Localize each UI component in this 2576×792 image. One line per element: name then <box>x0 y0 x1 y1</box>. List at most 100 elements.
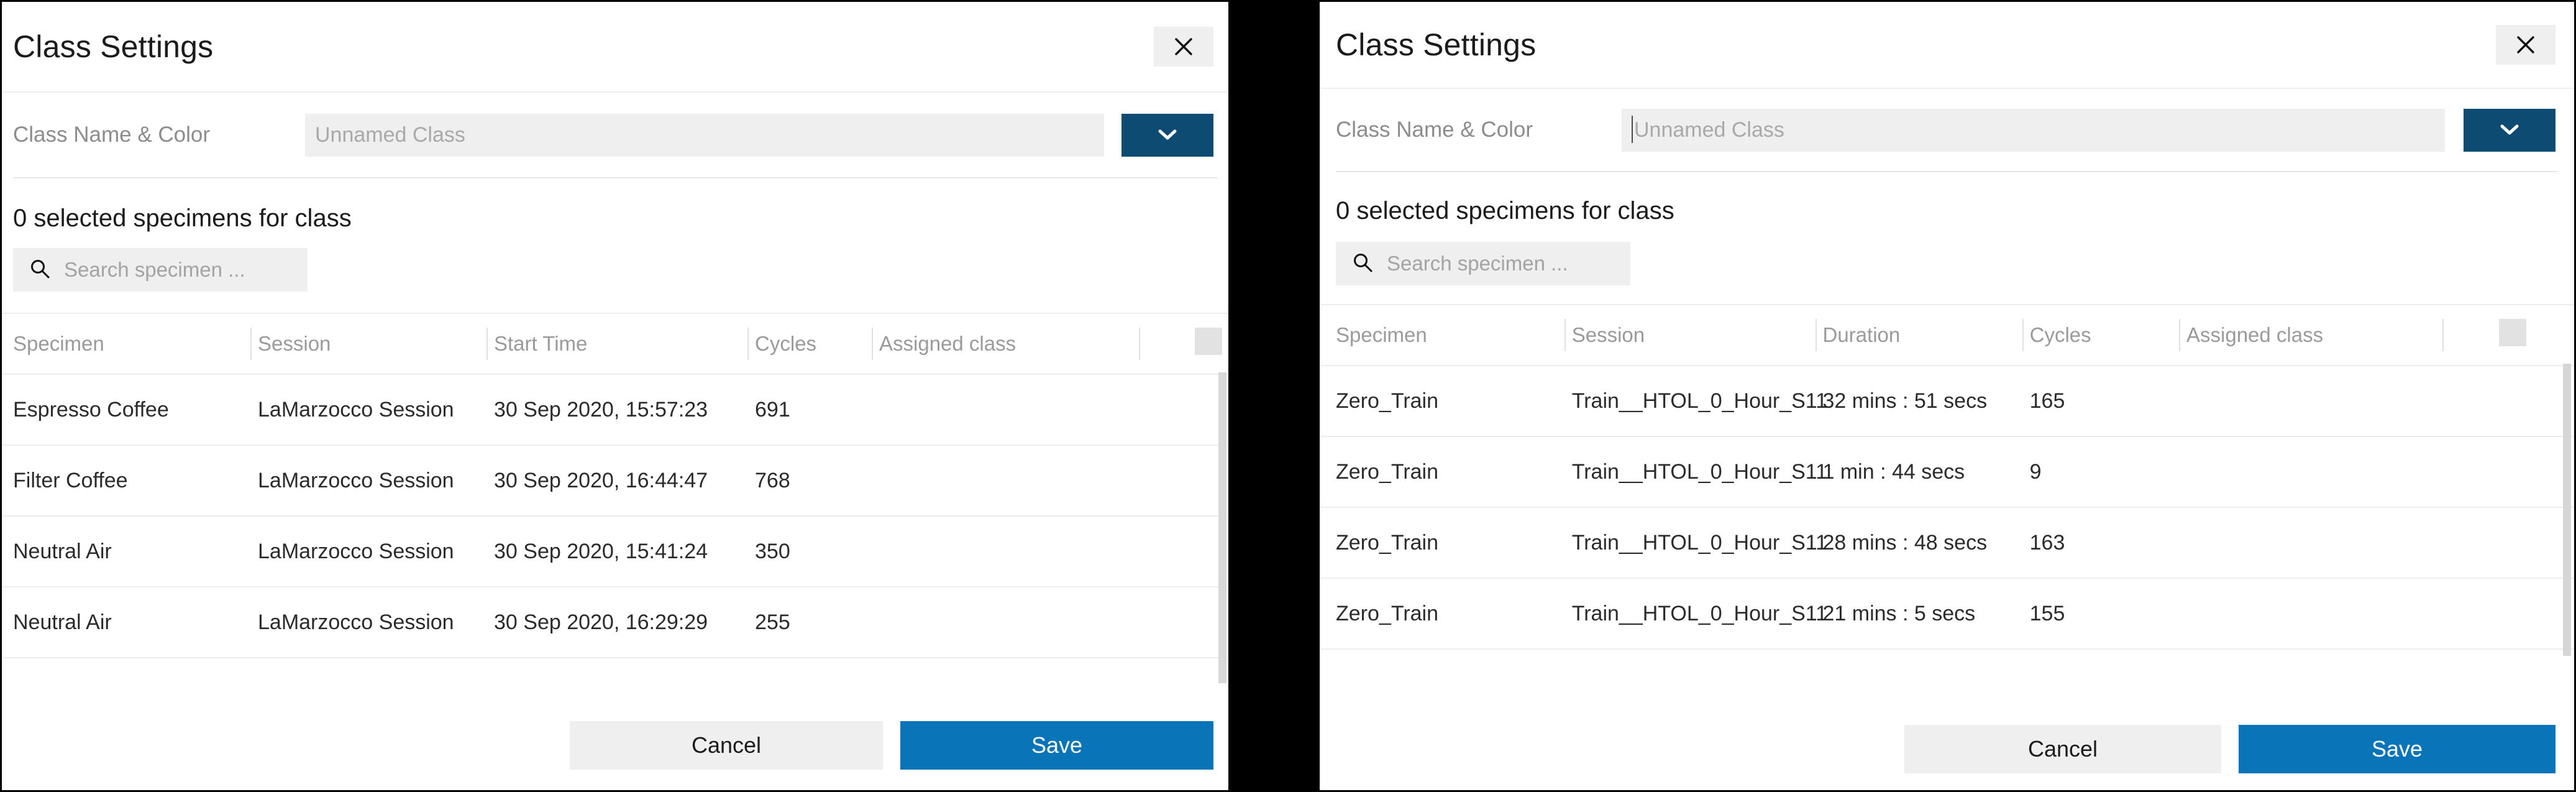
cell-session: LaMarzocco Session <box>250 445 486 517</box>
selection-summary: 0 selected specimens for class <box>1336 197 1674 224</box>
close-icon <box>1171 34 1196 59</box>
cell-cycles: 768 <box>747 445 872 517</box>
cell-cycles: 255 <box>747 587 872 658</box>
column-header-spacer <box>1139 313 1195 375</box>
cancel-button[interactable]: Cancel <box>1904 725 2221 773</box>
search-placeholder: Search specimen ... <box>1387 252 1568 275</box>
cell-specimen: Zero_Train <box>1320 578 1564 650</box>
search-placeholder: Search specimen ... <box>64 258 245 281</box>
close-icon <box>2513 32 2538 57</box>
search-wrapper: Search specimen ... <box>1320 223 2574 285</box>
backdrop-divider <box>1228 0 1318 792</box>
table-row[interactable]: Filter Coffee LaMarzocco Session 30 Sep … <box>2 445 1228 517</box>
table-row[interactable]: Zero_Train Train__HTOL_0_Hour_S11 1 min … <box>1320 436 2574 508</box>
cell-duration: 1 min : 44 secs <box>1815 436 2022 508</box>
cell-assigned-class <box>2179 366 2442 437</box>
cell-spacer <box>1139 587 1195 658</box>
cell-session: Train__HTOL_0_Hour_S11 <box>1564 366 1827 437</box>
select-all-checkbox[interactable] <box>1195 313 1228 375</box>
table-body: Zero_Train Train__HTOL_0_Hour_S11 32 min… <box>1320 366 2574 650</box>
cell-spacer <box>2442 507 2499 579</box>
column-header-cycles[interactable]: Cycles <box>747 313 872 375</box>
class-settings-dialog-left: Class Settings Class Name & Color Unname… <box>0 0 1228 792</box>
cell-assigned-class <box>872 374 1139 446</box>
search-specimen-input[interactable]: Search specimen ... <box>1336 242 1630 285</box>
column-header-start-time[interactable]: Start Time <box>486 313 747 375</box>
column-header-spacer <box>2442 304 2499 366</box>
select-all-checkbox[interactable] <box>2498 304 2574 366</box>
checkbox-icon <box>2498 319 2526 346</box>
close-button[interactable] <box>1154 27 1213 67</box>
column-header-assigned-class[interactable]: Assigned class <box>2179 304 2442 366</box>
cell-session: Train__HTOL_0_Hour_S11 <box>1564 578 1827 650</box>
cell-start-time: 30 Sep 2020, 16:29:29 <box>486 587 747 658</box>
cell-specimen: Zero_Train <box>1320 366 1564 437</box>
checkbox-icon <box>1195 328 1222 355</box>
table-row[interactable]: Zero_Train Train__HTOL_0_Hour_S11 32 min… <box>1320 366 2574 437</box>
page-title: Class Settings <box>13 29 214 64</box>
close-button[interactable] <box>2496 25 2555 65</box>
cell-specimen: Zero_Train <box>1320 436 1564 508</box>
dialog-header: Class Settings <box>2 2 1228 93</box>
selection-summary: 0 selected specimens for class <box>13 205 352 232</box>
cell-spacer <box>1139 374 1195 446</box>
cancel-button[interactable]: Cancel <box>570 721 883 770</box>
cell-cycles: 350 <box>747 516 872 587</box>
specimen-table: Specimen Session Start Time Cycles Assig… <box>2 313 1228 658</box>
column-header-session[interactable]: Session <box>1564 304 1816 366</box>
column-header-session[interactable]: Session <box>250 313 486 375</box>
cell-spacer <box>2442 578 2499 650</box>
cell-duration: 28 mins : 48 secs <box>1815 507 2022 579</box>
column-header-specimen[interactable]: Specimen <box>1320 304 1564 366</box>
cell-duration: 32 mins : 51 secs <box>1815 366 2022 437</box>
cell-session: LaMarzocco Session <box>250 516 486 587</box>
dialog-header: Class Settings <box>1320 2 2574 89</box>
cell-spacer <box>2442 366 2499 437</box>
screenshot-root: Class Settings Class Name & Color Unname… <box>0 0 2576 792</box>
class-color-dropdown-button[interactable] <box>1121 113 1213 157</box>
cell-cycles: 691 <box>747 374 872 446</box>
page-title: Class Settings <box>1336 27 1537 62</box>
search-specimen-input[interactable]: Search specimen ... <box>13 248 308 292</box>
dialog-footer: Cancel Save <box>1320 707 2574 790</box>
table-row[interactable]: Neutral Air LaMarzocco Session 30 Sep 20… <box>2 516 1228 587</box>
cell-cycles: 155 <box>2022 578 2179 650</box>
cell-specimen: Espresso Coffee <box>2 374 250 446</box>
cell-assigned-class <box>2179 578 2442 650</box>
cell-assigned-class <box>872 516 1139 587</box>
cell-cycles: 165 <box>2022 366 2179 437</box>
search-icon <box>1352 252 1373 276</box>
class-name-color-row: Class Name & Color Unnamed Class <box>1320 89 2574 171</box>
cell-specimen: Neutral Air <box>2 516 250 587</box>
class-name-color-row: Class Name & Color Unnamed Class <box>2 93 1228 177</box>
cell-cycles: 9 <box>2022 436 2179 508</box>
cell-spacer <box>1139 516 1195 587</box>
table-row[interactable]: Neutral Air LaMarzocco Session 30 Sep 20… <box>2 587 1228 658</box>
cell-start-time: 30 Sep 2020, 15:57:23 <box>486 374 747 446</box>
class-color-dropdown-button[interactable] <box>2464 108 2555 152</box>
save-button[interactable]: Save <box>2239 725 2555 773</box>
cell-assigned-class <box>2179 507 2442 579</box>
cell-session: Train__HTOL_0_Hour_S11 <box>1564 507 1827 579</box>
class-name-input[interactable]: Unnamed Class <box>305 113 1104 157</box>
class-name-label: Class Name & Color <box>13 122 211 147</box>
table-row[interactable]: Zero_Train Train__HTOL_0_Hour_S11 21 min… <box>1320 578 2574 650</box>
table-scrollbar[interactable] <box>2563 364 2571 656</box>
table-row[interactable]: Zero_Train Train__HTOL_0_Hour_S11 28 min… <box>1320 507 2574 579</box>
column-header-cycles[interactable]: Cycles <box>2022 304 2179 366</box>
table-row[interactable]: Espresso Coffee LaMarzocco Session 30 Se… <box>2 374 1228 446</box>
save-button[interactable]: Save <box>900 721 1213 770</box>
search-wrapper: Search specimen ... <box>2 231 1228 292</box>
column-header-assigned-class[interactable]: Assigned class <box>872 313 1139 375</box>
class-name-input[interactable]: Unnamed Class <box>1622 108 2445 152</box>
column-header-specimen[interactable]: Specimen <box>2 313 250 375</box>
cell-spacer <box>1139 445 1195 517</box>
cell-session: LaMarzocco Session <box>250 587 486 658</box>
cell-assigned-class <box>2179 436 2442 508</box>
cell-session: Train__HTOL_0_Hour_S11 <box>1564 436 1827 508</box>
search-icon <box>29 258 50 282</box>
table-scrollbar[interactable] <box>1218 372 1226 683</box>
column-header-duration[interactable]: Duration <box>1815 304 2022 366</box>
table-header-row: Specimen Session Start Time Cycles Assig… <box>2 313 1228 375</box>
cell-session: LaMarzocco Session <box>250 374 486 446</box>
